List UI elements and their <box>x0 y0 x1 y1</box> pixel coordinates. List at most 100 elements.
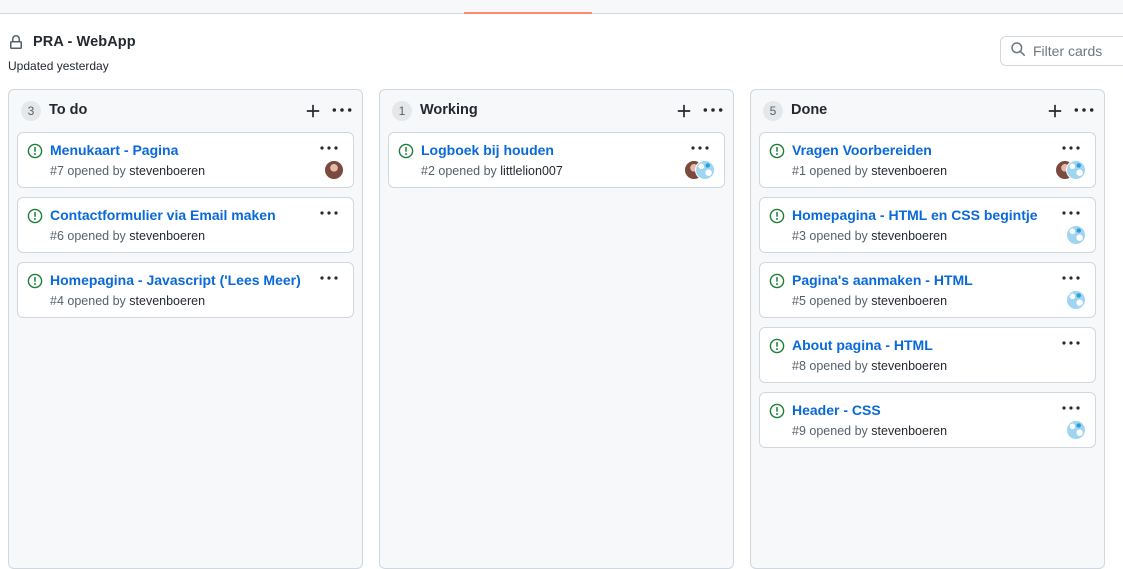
issue-opened-icon <box>769 403 785 419</box>
issue-opened-by-text: opened by <box>438 164 497 178</box>
issue-author: stevenboeren <box>871 424 948 438</box>
kebab-horizontal-icon[interactable] <box>1061 271 1081 285</box>
issue-number: #5 <box>792 294 806 308</box>
issue-meta: #4 opened by stevenboeren <box>50 294 205 308</box>
issue-meta: #7 opened by stevenboeren <box>50 164 205 178</box>
issue-number: #7 <box>50 164 64 178</box>
issue-opened-by-text: opened by <box>67 229 126 243</box>
avatar[interactable] <box>695 160 715 180</box>
issue-card[interactable]: Logboek bij houden #2 opened by littlelio… <box>388 132 725 188</box>
issue-meta: #1 opened by stevenboeren <box>792 164 947 178</box>
kebab-horizontal-icon[interactable] <box>1061 336 1081 350</box>
issue-card[interactable]: Homepagina - Javascript ('Lees Meer) #4 o… <box>17 262 354 318</box>
avatar[interactable] <box>1066 225 1086 245</box>
issue-author: stevenboeren <box>129 294 206 308</box>
column-name: To do <box>49 102 88 118</box>
assignee-avatars <box>1066 420 1086 440</box>
issue-card[interactable]: About pagina - HTML #8 opened by stevenbo… <box>759 327 1096 383</box>
issue-number: #2 <box>421 164 435 178</box>
kebab-horizontal-icon[interactable] <box>690 141 710 155</box>
issue-card[interactable]: Header - CSS #9 opened by stevenboeren <box>759 392 1096 448</box>
column-header: 5 Done <box>751 90 1104 132</box>
issue-title-link[interactable]: Contactformulier via Email maken <box>50 207 276 223</box>
kebab-horizontal-icon[interactable] <box>319 141 339 155</box>
issue-card[interactable]: Vragen Voorbereiden #1 opened by stevenbo… <box>759 132 1096 188</box>
kebab-horizontal-icon[interactable] <box>1061 401 1081 415</box>
assignee-avatars <box>1066 290 1086 310</box>
kebab-horizontal-icon[interactable] <box>1061 206 1081 220</box>
kebab-horizontal-icon[interactable] <box>319 206 339 220</box>
kebab-horizontal-icon[interactable] <box>331 102 353 120</box>
issue-opened-by-text: opened by <box>809 424 868 438</box>
assignee-avatars <box>684 160 715 180</box>
plus-icon[interactable] <box>304 102 322 120</box>
avatar[interactable] <box>1066 160 1086 180</box>
search-icon <box>1010 41 1026 62</box>
issue-author: stevenboeren <box>871 359 948 373</box>
issue-opened-by-text: opened by <box>809 229 868 243</box>
issue-meta: #2 opened by littlelion007 <box>421 164 563 178</box>
issue-opened-icon <box>769 338 785 354</box>
issue-card[interactable]: Homepagina - HTML en CSS begintje #3 open… <box>759 197 1096 253</box>
issue-opened-icon <box>27 273 43 289</box>
issue-opened-icon <box>27 208 43 224</box>
issue-opened-icon <box>398 143 414 159</box>
filter-cards-box[interactable] <box>1000 36 1123 66</box>
avatar[interactable] <box>1066 290 1086 310</box>
issue-author: stevenboeren <box>871 229 948 243</box>
issue-meta: #5 opened by stevenboeren <box>792 294 947 308</box>
column-name: Done <box>791 102 828 118</box>
issue-title-link[interactable]: Homepagina - Javascript ('Lees Meer) <box>50 272 301 288</box>
project-title-row: PRA - WebApp <box>8 32 136 52</box>
plus-icon[interactable] <box>675 102 693 120</box>
column-card-count: 3 <box>21 101 41 121</box>
issue-card[interactable]: Menukaart - Pagina #7 opened by stevenboe… <box>17 132 354 188</box>
issue-title-link[interactable]: Vragen Voorbereiden <box>792 142 932 158</box>
column-done: 5 Done Vragen Voorbereiden #1 opened by ste… <box>750 89 1105 569</box>
avatar[interactable] <box>324 160 344 180</box>
avatar[interactable] <box>1066 420 1086 440</box>
kebab-horizontal-icon[interactable] <box>1073 102 1095 120</box>
issue-title-link[interactable]: Menukaart - Pagina <box>50 142 178 158</box>
column-working: 1 Working Logboek bij houden #2 opened by l… <box>379 89 734 569</box>
kebab-horizontal-icon[interactable] <box>702 102 724 120</box>
issue-author: littlelion007 <box>500 164 563 178</box>
issue-meta: #6 opened by stevenboeren <box>50 229 205 243</box>
issue-number: #8 <box>792 359 806 373</box>
assignee-avatars <box>1055 160 1086 180</box>
issue-title-link[interactable]: Header - CSS <box>792 402 881 418</box>
issue-author: stevenboeren <box>871 294 948 308</box>
issue-card[interactable]: Pagina's aanmaken - HTML #5 opened by ste… <box>759 262 1096 318</box>
issue-opened-by-text: opened by <box>809 359 868 373</box>
issue-opened-icon <box>769 208 785 224</box>
active-tab-underline <box>464 12 592 14</box>
kebab-horizontal-icon[interactable] <box>1061 141 1081 155</box>
assignee-avatars <box>324 160 344 180</box>
issue-opened-icon <box>769 273 785 289</box>
issue-meta: #3 opened by stevenboeren <box>792 229 947 243</box>
issue-author: stevenboeren <box>871 164 948 178</box>
kebab-horizontal-icon[interactable] <box>319 271 339 285</box>
issue-title-link[interactable]: About pagina - HTML <box>792 337 933 353</box>
column-header: 3 To do <box>9 90 362 132</box>
issue-number: #6 <box>50 229 64 243</box>
issue-opened-icon <box>769 143 785 159</box>
issue-number: #3 <box>792 229 806 243</box>
issue-title-link[interactable]: Logboek bij houden <box>421 142 554 158</box>
repo-nav-bar <box>0 0 1123 14</box>
column-to-do: 3 To do Menukaart - Pagina #7 opened by ste… <box>8 89 363 569</box>
issue-card[interactable]: Contactformulier via Email maken #6 opene… <box>17 197 354 253</box>
issue-opened-by-text: opened by <box>809 164 868 178</box>
issue-meta: #9 opened by stevenboeren <box>792 424 947 438</box>
lock-icon <box>8 34 24 50</box>
issue-opened-by-text: opened by <box>67 164 126 178</box>
issue-title-link[interactable]: Pagina's aanmaken - HTML <box>792 272 973 288</box>
filter-cards-input[interactable] <box>1033 43 1123 59</box>
issue-number: #1 <box>792 164 806 178</box>
project-updated-text: Updated yesterday <box>8 59 109 73</box>
column-card-count: 1 <box>392 101 412 121</box>
plus-icon[interactable] <box>1046 102 1064 120</box>
issue-number: #4 <box>50 294 64 308</box>
issue-title-link[interactable]: Homepagina - HTML en CSS begintje <box>792 207 1038 223</box>
project-header: PRA - WebApp Updated yesterday <box>8 32 136 73</box>
